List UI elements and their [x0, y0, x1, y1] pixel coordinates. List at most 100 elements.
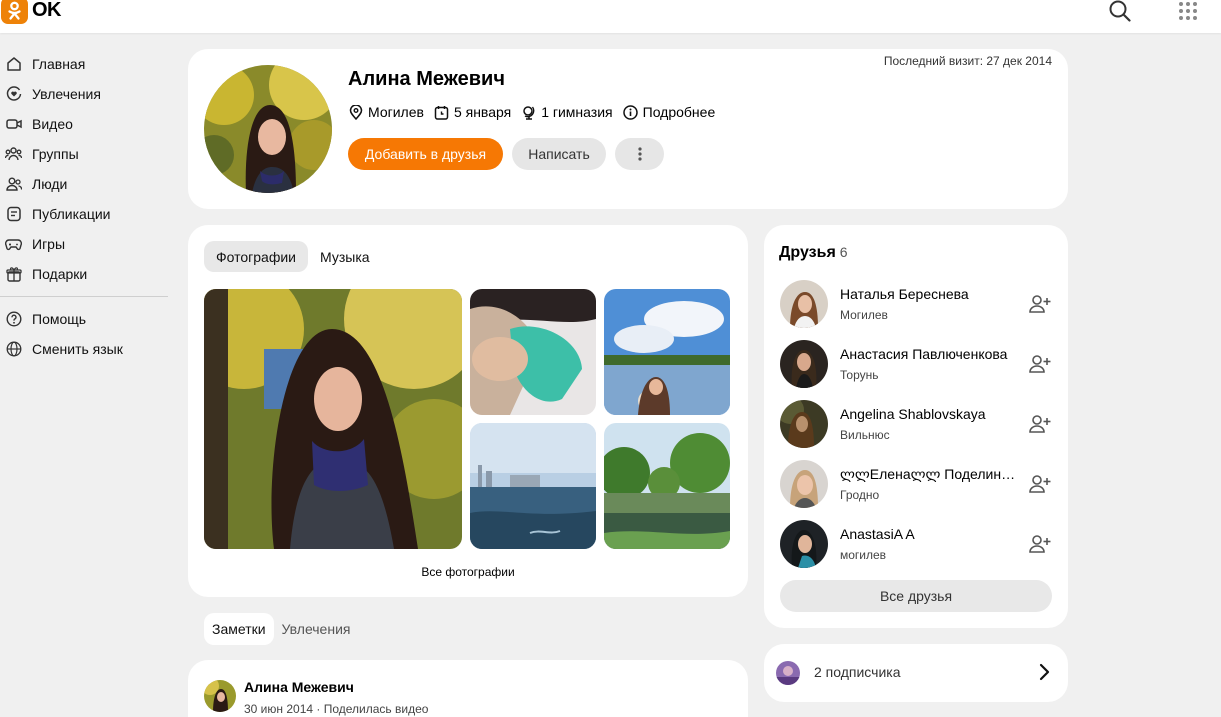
nav-item-groups[interactable]: Группы [0, 139, 176, 169]
photo-main[interactable] [204, 289, 462, 549]
home-icon [5, 56, 22, 73]
birthday-text: 5 января [453, 104, 512, 120]
nav-label: Игры [32, 236, 66, 252]
add-friend-icon[interactable] [1028, 412, 1052, 436]
video-icon [5, 116, 22, 133]
notes-tabs: Заметки Увлечения [204, 613, 358, 645]
nav-item-help[interactable]: Помощь [0, 304, 176, 334]
friend-avatar[interactable] [780, 280, 828, 328]
tab-hobbies[interactable]: Увлечения [274, 613, 359, 645]
friends-count: 6 [839, 244, 848, 260]
friend-city: Могилев [840, 308, 888, 322]
publications-icon [5, 206, 22, 223]
add-friend-icon[interactable] [1028, 532, 1052, 556]
profile-birthday: 5 января [434, 104, 511, 120]
profile-city: Могилев [348, 104, 424, 120]
nav-item-hobbies[interactable]: Увлечения [0, 79, 176, 109]
school-text: 1 гимназия [541, 104, 613, 120]
friend-item: AnastasiA A могилев [780, 520, 1052, 570]
ok-logo-icon [1, 0, 28, 24]
nav-label: Увлечения [32, 86, 101, 102]
friend-name[interactable]: ლლЕленаლლ Поделинская [840, 466, 1016, 483]
post-author[interactable]: Алина Межевич [244, 679, 354, 695]
friend-city: Торунь [840, 368, 879, 382]
gifts-icon [5, 266, 22, 283]
nav-item-language[interactable]: Сменить язык [0, 334, 176, 364]
add-friend-icon[interactable] [1028, 352, 1052, 376]
friend-name[interactable]: AnastasiA A [840, 526, 1016, 542]
post-date: 30 июн 2014 [244, 702, 314, 716]
nav-item-people[interactable]: Люди [0, 169, 176, 199]
photo-3[interactable] [604, 289, 730, 415]
tab-notes[interactable]: Заметки [204, 613, 274, 645]
post-card: Алина Межевич 30 июн 2014 · Поделилась в… [188, 660, 748, 717]
nav-label: Видео [32, 116, 73, 132]
more-text: Подробнее [642, 104, 716, 120]
logo-text: OK [32, 0, 62, 21]
all-photos-link[interactable]: Все фотографии [188, 565, 748, 579]
more-options-button[interactable] [615, 138, 664, 170]
post-avatar[interactable] [204, 680, 236, 712]
friend-name[interactable]: Анастасия Павлюченкова [840, 346, 1016, 362]
profile-avatar[interactable] [204, 65, 332, 193]
nav-divider [0, 296, 168, 297]
friend-item: ლლЕленаლლ Поделинская Гродно [780, 460, 1052, 510]
friend-avatar[interactable] [780, 400, 828, 448]
nav-item-video[interactable]: Видео [0, 109, 176, 139]
more-vertical-icon [637, 147, 642, 161]
nav-label: Люди [32, 176, 68, 192]
photos-card: Фотографии Музыка Все фотографии [188, 225, 748, 597]
logo[interactable]: OK [1, 0, 62, 24]
city-text: Могилев [368, 104, 424, 120]
school-globe-icon [521, 105, 536, 120]
all-friends-button[interactable]: Все друзья [780, 580, 1052, 612]
nav-label: Главная [32, 56, 86, 72]
apps-grid-icon[interactable] [1177, 0, 1199, 22]
profile-more-link[interactable]: Подробнее [622, 104, 716, 120]
dot-separator: · [316, 702, 324, 716]
friend-item: Angelina Shablovskaya Вильнюс [780, 400, 1052, 450]
friend-avatar[interactable] [780, 460, 828, 508]
info-icon [622, 104, 638, 120]
people-icon [5, 176, 22, 193]
photo-4[interactable] [470, 423, 596, 549]
friend-name[interactable]: Angelina Shablovskaya [840, 406, 1016, 422]
profile-name: Алина Межевич [348, 68, 505, 90]
friend-avatar[interactable] [780, 340, 828, 388]
friend-city: Гродно [840, 488, 880, 502]
friends-card: Друзья 6 Наталья Береснева Могилев Анаста… [764, 225, 1068, 628]
add-friend-icon[interactable] [1028, 472, 1052, 496]
profile-school: 1 гимназия [521, 104, 613, 120]
games-icon [5, 236, 22, 253]
location-pin-icon [348, 104, 363, 120]
tab-photos[interactable]: Фотографии [204, 241, 309, 272]
subscribers-card[interactable]: 2 подписчика [764, 644, 1068, 702]
friend-name[interactable]: Наталья Береснева [840, 286, 1016, 302]
nav-label: Сменить язык [32, 341, 123, 357]
friends-title[interactable]: Друзья 6 [779, 244, 848, 262]
chevron-right-icon [1036, 663, 1052, 681]
profile-card: Алина Межевич Последний визит: 27 дек 20… [188, 49, 1068, 209]
friends-title-text: Друзья [779, 244, 836, 261]
add-friend-icon[interactable] [1028, 292, 1052, 316]
hobbies-icon [5, 86, 22, 103]
nav-label: Подарки [32, 266, 88, 282]
write-message-button[interactable]: Написать [512, 138, 606, 170]
search-icon[interactable] [1109, 0, 1131, 22]
friend-avatar[interactable] [780, 520, 828, 568]
tab-music[interactable]: Музыка [308, 241, 382, 272]
friend-item: Наталья Береснева Могилев [780, 280, 1052, 330]
nav-label: Публикации [32, 206, 111, 222]
nav-item-games[interactable]: Игры [0, 229, 176, 259]
media-tabs: Фотографии Музыка [204, 241, 382, 272]
calendar-icon [434, 105, 449, 120]
post-meta: 30 июн 2014 · Поделилась видео [244, 702, 428, 716]
add-friend-button[interactable]: Добавить в друзья [348, 138, 503, 170]
globe-icon [5, 341, 22, 358]
photo-5[interactable] [604, 423, 730, 549]
friend-item: Анастасия Павлюченкова Торунь [780, 340, 1052, 390]
nav-item-gifts[interactable]: Подарки [0, 259, 176, 289]
nav-item-publications[interactable]: Публикации [0, 199, 176, 229]
nav-item-home[interactable]: Главная [0, 49, 176, 79]
photo-2[interactable] [470, 289, 596, 415]
